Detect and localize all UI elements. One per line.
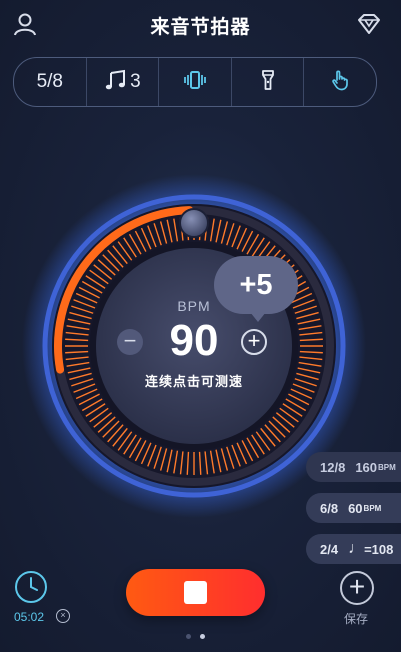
preset-tempo: =108: [364, 541, 394, 557]
decrease-tempo-button[interactable]: −: [117, 329, 143, 355]
preset-meter: 12/8: [320, 459, 346, 475]
vibrate-icon: [183, 68, 207, 97]
tap-tempo-hint: 连续点击可测速: [144, 374, 243, 389]
music-note-icon: [104, 68, 128, 97]
page-indicator: [186, 634, 216, 640]
preset-item[interactable]: 2/4 ♩ =108: [306, 534, 401, 564]
settings-toolbar: 5/8 3: [13, 57, 377, 107]
save-add-icon[interactable]: +: [340, 571, 374, 605]
diamond-icon[interactable]: [356, 11, 382, 37]
preset-unit: BPM: [363, 503, 382, 513]
vibrate-button[interactable]: [159, 58, 232, 106]
time-signature-button[interactable]: 5/8: [14, 58, 87, 106]
close-timer-icon[interactable]: ×: [56, 609, 70, 623]
preset-item[interactable]: 12/8 160 BPM: [306, 452, 401, 482]
preset-item[interactable]: 6/8 60 BPM: [306, 493, 401, 523]
timer-icon[interactable]: [14, 570, 48, 604]
hand-tap-icon: [328, 68, 352, 97]
page-dot-active[interactable]: [200, 634, 205, 639]
stop-button[interactable]: [126, 569, 265, 616]
bpm-label: BPM: [177, 298, 211, 314]
increase-tempo-button[interactable]: +: [241, 329, 267, 355]
preset-meter: 2/4: [320, 541, 339, 557]
increment-bubble: +5: [214, 256, 298, 322]
flashlight-button[interactable]: [232, 58, 305, 106]
dial-knob[interactable]: [179, 208, 209, 238]
preset-tempo: 160: [355, 459, 378, 475]
quarter-note-icon: ♩: [348, 540, 365, 557]
subdivision-count: 3: [130, 71, 141, 92]
app-title: 来音节拍器: [150, 17, 251, 38]
timer-value: 05:02: [14, 610, 45, 624]
page-dot[interactable]: [186, 634, 191, 639]
flashlight-icon: [256, 68, 280, 97]
subdivision-button[interactable]: 3: [87, 58, 160, 106]
preset-meter: 6/8: [320, 500, 339, 516]
preset-unit: BPM: [378, 462, 396, 472]
bpm-value: 90: [169, 316, 219, 365]
time-signature-value: 5/8: [36, 71, 63, 92]
preset-tempo: 60: [348, 500, 363, 516]
top-bar: 来音节拍器: [0, 0, 401, 50]
save-label: 保存: [344, 612, 369, 626]
stop-icon: [184, 581, 207, 604]
tap-tempo-button[interactable]: [304, 58, 376, 106]
